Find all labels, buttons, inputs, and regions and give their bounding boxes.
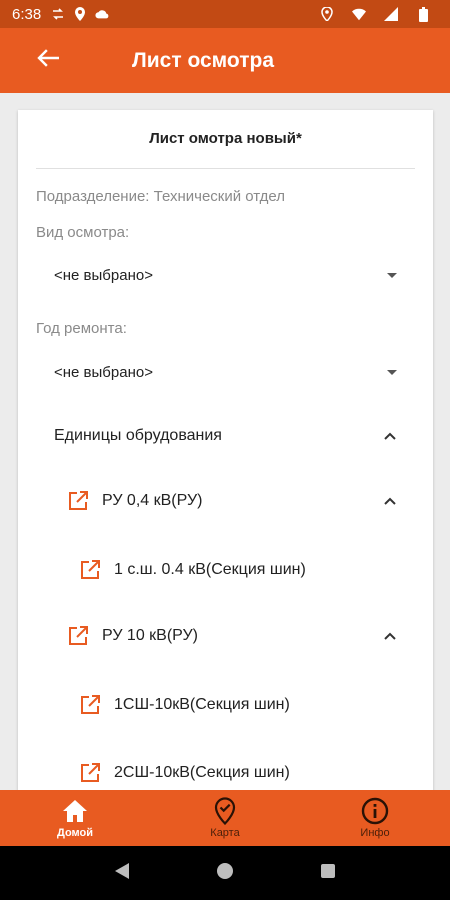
external-link-icon[interactable]	[66, 489, 90, 513]
status-bar: 6:38	[0, 0, 450, 28]
nav-info[interactable]: Инфо	[300, 790, 450, 846]
equipment-group-label: РУ 10 кВ(РУ)	[102, 627, 198, 644]
status-time: 6:38	[12, 5, 42, 23]
battery-icon	[416, 6, 430, 22]
division-label: Подразделение: Технический отдел	[36, 188, 286, 205]
equipment-item[interactable]: 1СШ-10кВ(Секция шин)	[78, 688, 397, 722]
repair-year-value: <не выбрано>	[54, 363, 153, 381]
app-bar: Лист осмотра	[0, 28, 450, 93]
location-icon	[73, 7, 87, 21]
system-recents-button[interactable]	[316, 861, 340, 885]
repair-year-label: Год ремонта:	[36, 320, 127, 337]
chevron-up-icon	[383, 496, 397, 506]
dropdown-arrow-icon	[387, 272, 397, 278]
equipment-item[interactable]: 2СШ-10кВ(Секция шин)	[78, 756, 397, 790]
bottom-navigation: Домой Карта Инфо	[0, 790, 450, 846]
nav-map-label: Карта	[210, 827, 240, 839]
inspection-type-label: Вид осмотра:	[36, 224, 130, 241]
equipment-item-label: 1 с.ш. 0.4 кВ(Секция шин)	[114, 561, 306, 578]
nav-map[interactable]: Карта	[150, 790, 300, 846]
back-button[interactable]	[20, 33, 76, 89]
wifi-icon	[352, 7, 366, 21]
square-recents-icon	[320, 863, 336, 884]
home-icon	[61, 797, 89, 825]
chevron-up-icon	[383, 431, 397, 441]
nav-home[interactable]: Домой	[0, 790, 150, 846]
cloud-icon	[95, 7, 109, 21]
circle-home-icon	[216, 862, 234, 885]
equipment-group-ru-10[interactable]: РУ 10 кВ(РУ)	[66, 619, 397, 653]
inspection-type-select[interactable]: <не выбрано>	[54, 260, 397, 290]
equipment-header-label: Единицы обрудования	[54, 427, 222, 444]
equipment-group-label: РУ 0,4 кВ(РУ)	[102, 492, 203, 509]
page-title: Лист осмотра	[132, 48, 275, 72]
card-title: Лист омотра новый*	[149, 130, 302, 147]
external-link-icon[interactable]	[78, 693, 102, 717]
divider	[36, 168, 415, 169]
dropdown-arrow-icon	[387, 369, 397, 375]
arrow-left-icon	[37, 49, 60, 72]
repair-year-select[interactable]: <не выбрано>	[54, 357, 397, 387]
nav-info-label: Инфо	[360, 827, 390, 839]
system-back-button[interactable]	[110, 861, 134, 885]
external-link-icon[interactable]	[78, 558, 102, 582]
equipment-item[interactable]: 1 с.ш. 0.4 кВ(Секция шин)	[78, 553, 397, 587]
equipment-item-label: 1СШ-10кВ(Секция шин)	[114, 696, 290, 713]
map-pin-icon	[211, 797, 239, 825]
equipment-header[interactable]: Единицы обрудования	[54, 419, 397, 453]
inspection-card: Лист омотра новый* Подразделение: Технич…	[18, 110, 433, 800]
inspection-type-value: <не выбрано>	[54, 266, 153, 284]
info-icon	[361, 797, 389, 825]
equipment-item-label: 2СШ-10кВ(Секция шин)	[114, 764, 290, 781]
chevron-up-icon	[383, 631, 397, 641]
system-home-button[interactable]	[213, 861, 237, 885]
triangle-back-icon	[114, 862, 130, 885]
external-link-icon[interactable]	[66, 624, 90, 648]
sync-icon	[51, 7, 65, 21]
equipment-group-ru-04[interactable]: РУ 0,4 кВ(РУ)	[66, 484, 397, 518]
signal-icon	[384, 7, 398, 21]
external-link-icon[interactable]	[78, 761, 102, 785]
system-navigation-bar	[0, 846, 450, 900]
location-icon	[320, 7, 334, 21]
nav-home-label: Домой	[56, 827, 94, 839]
